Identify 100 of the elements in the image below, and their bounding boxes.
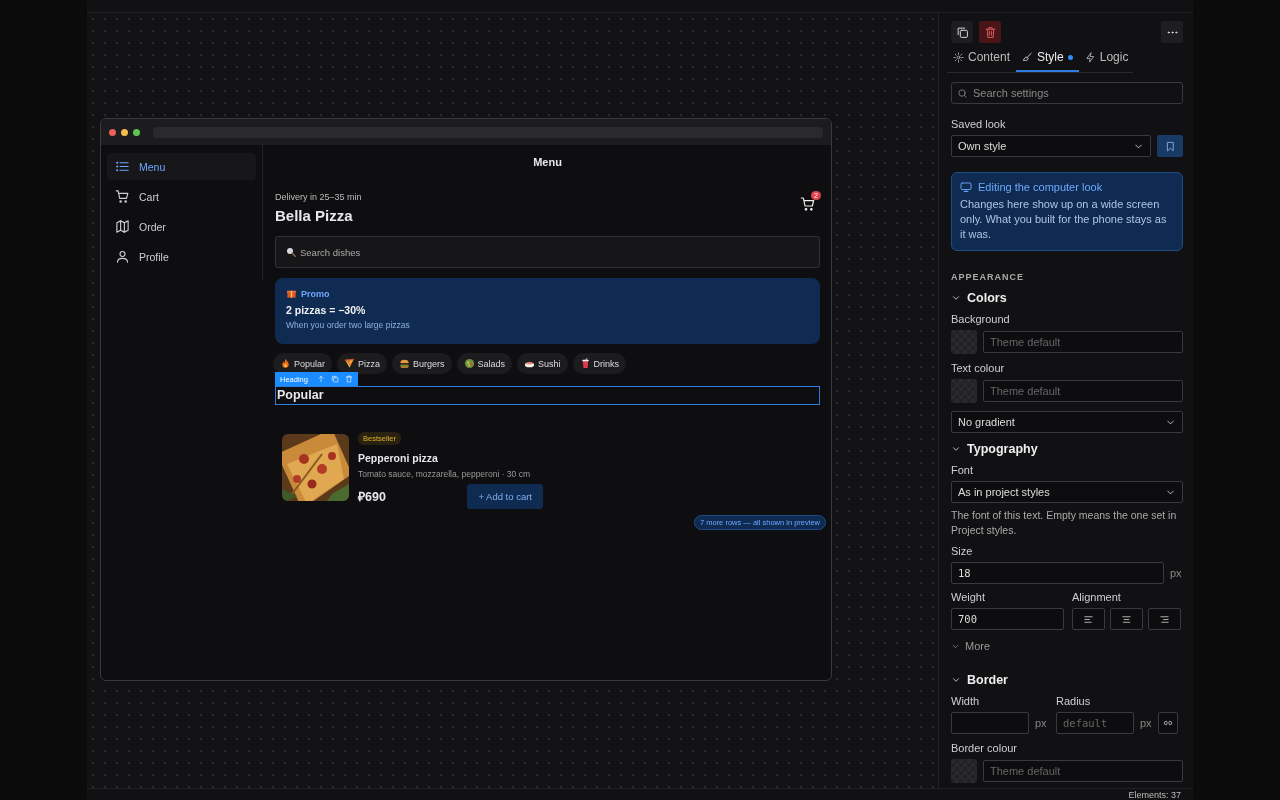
trash-icon bbox=[344, 375, 353, 383]
more-button[interactable] bbox=[1161, 21, 1183, 43]
color-input[interactable]: Theme default bbox=[983, 331, 1183, 353]
align-center-button[interactable] bbox=[1110, 608, 1143, 630]
panel-tab[interactable]: Logic bbox=[1078, 46, 1135, 72]
save-look-button[interactable] bbox=[1157, 135, 1183, 157]
promo-title: 2 pizzas = −30% bbox=[286, 304, 367, 316]
help-text: The font of this text. Empty means the one set in Project styles. bbox=[951, 508, 1178, 538]
salad-bowl-icon bbox=[463, 358, 475, 369]
align-right-icon bbox=[1159, 613, 1170, 625]
info-text: Changes here show up on a wide screen only. What you built for the phone stays as it was. bbox=[960, 197, 1168, 242]
arrow-up-icon bbox=[316, 375, 325, 383]
delete-button[interactable] bbox=[979, 21, 1001, 43]
category-chip[interactable]: Pizza bbox=[337, 353, 388, 374]
add-to-cart-button[interactable]: + Add to cart bbox=[467, 484, 543, 509]
element-count: Elements: 37 bbox=[1128, 789, 1181, 800]
gift-icon bbox=[286, 288, 297, 299]
copy-icon bbox=[955, 25, 969, 39]
nav-item[interactable]: Menu bbox=[107, 153, 256, 180]
dish-name: Pepperoni pizza bbox=[358, 452, 439, 464]
gradient-select[interactable]: No gradient bbox=[951, 411, 1183, 433]
category-chip[interactable]: Drinks bbox=[572, 353, 627, 374]
person-icon bbox=[115, 249, 130, 264]
color-swatch[interactable] bbox=[951, 759, 977, 783]
field-label: Alignment bbox=[1072, 591, 1122, 603]
cart-icon bbox=[800, 196, 816, 212]
promo-subtitle: When you order two large pizzas bbox=[286, 320, 411, 330]
list-icon bbox=[115, 159, 130, 174]
color-input[interactable]: Theme default bbox=[983, 760, 1183, 782]
nav-item[interactable]: Order bbox=[107, 213, 256, 240]
section-label: APPEARANCE bbox=[951, 272, 1025, 282]
group-toggle[interactable]: Colors bbox=[951, 291, 1007, 305]
category-chip[interactable]: Popular bbox=[273, 353, 333, 374]
copy-icon bbox=[330, 375, 339, 383]
panel-tab[interactable]: Style bbox=[1016, 46, 1079, 72]
lightning-icon bbox=[1084, 51, 1096, 63]
search-icon bbox=[285, 246, 297, 258]
field-label: Size bbox=[951, 545, 974, 557]
radius-input[interactable]: default bbox=[1056, 712, 1134, 734]
monitor-icon bbox=[960, 181, 972, 193]
group-toggle[interactable]: Typography bbox=[951, 442, 1038, 456]
page-title: Menu bbox=[533, 156, 562, 168]
color-swatch[interactable] bbox=[951, 379, 977, 403]
field-label: Saved look bbox=[951, 118, 1007, 130]
group-toggle[interactable]: Border bbox=[951, 673, 1008, 687]
info-title: Editing the computer look bbox=[978, 181, 1103, 193]
section-heading[interactable]: Popular bbox=[275, 386, 820, 405]
trash-icon bbox=[983, 25, 997, 39]
map-icon bbox=[115, 219, 130, 234]
field-label: Font bbox=[951, 464, 974, 476]
flame-icon bbox=[280, 358, 291, 369]
dish-description: Tomato sauce, mozzarella, pepperoni · 30 cm bbox=[358, 468, 531, 481]
search-icon bbox=[957, 87, 968, 99]
color-input[interactable]: Theme default bbox=[983, 380, 1183, 402]
unit-label: px bbox=[1140, 717, 1152, 729]
weight-input[interactable]: 700 bbox=[951, 608, 1064, 630]
category-chip[interactable]: Salads bbox=[456, 353, 513, 374]
width-input[interactable] bbox=[951, 712, 1029, 734]
close-dot[interactable] bbox=[109, 128, 116, 136]
bookmark-icon bbox=[1164, 140, 1176, 152]
field-label: Text colour bbox=[951, 362, 1006, 374]
promo-label: Promo bbox=[301, 288, 330, 299]
nav-item[interactable]: Cart bbox=[107, 183, 256, 210]
field-label: Border colour bbox=[951, 742, 1019, 754]
duplicate-button[interactable] bbox=[951, 21, 973, 43]
search-field[interactable]: Search dishes bbox=[275, 236, 820, 268]
unit-label: px bbox=[1170, 567, 1182, 579]
category-chip[interactable]: Sushi bbox=[517, 353, 568, 374]
pizza-slice-icon bbox=[344, 358, 356, 369]
field-label: Weight bbox=[951, 591, 987, 603]
color-swatch[interactable] bbox=[951, 330, 977, 354]
align-right-button[interactable] bbox=[1148, 608, 1181, 630]
brush-icon bbox=[1022, 51, 1034, 63]
gear-icon bbox=[953, 51, 964, 63]
burger-icon bbox=[399, 358, 411, 369]
minimize-dot[interactable] bbox=[121, 128, 128, 136]
field-label: Radius bbox=[1056, 695, 1092, 707]
saved-look-select[interactable]: Own style bbox=[951, 135, 1151, 157]
link-icon bbox=[1162, 718, 1173, 728]
settings-search-field[interactable]: Search settings bbox=[951, 82, 1183, 104]
size-input[interactable]: 18 bbox=[951, 562, 1164, 584]
align-center-icon bbox=[1121, 613, 1132, 625]
restaurant-name: Bella Pizza bbox=[275, 207, 354, 224]
field-label: Background bbox=[951, 313, 1011, 325]
align-left-button[interactable] bbox=[1072, 608, 1105, 630]
panel-tab[interactable]: Content bbox=[947, 46, 1017, 72]
font-select[interactable]: As in project styles bbox=[951, 481, 1183, 503]
cup-icon bbox=[579, 358, 591, 369]
link-button[interactable] bbox=[1157, 712, 1178, 734]
category-chip[interactable]: Burgers bbox=[392, 353, 452, 374]
cart-icon bbox=[115, 189, 130, 204]
nav-item[interactable]: Profile bbox=[107, 243, 256, 270]
delivery-time: Delivery in 25–35 min bbox=[275, 192, 362, 202]
align-left-icon bbox=[1083, 613, 1094, 625]
more-toggle[interactable]: More bbox=[951, 640, 991, 652]
field-label: Width bbox=[951, 695, 981, 707]
unit-label: px bbox=[1035, 717, 1047, 729]
maximize-dot[interactable] bbox=[133, 128, 140, 136]
chevron-down-icon bbox=[951, 293, 961, 303]
chevron-down-icon bbox=[951, 444, 961, 454]
